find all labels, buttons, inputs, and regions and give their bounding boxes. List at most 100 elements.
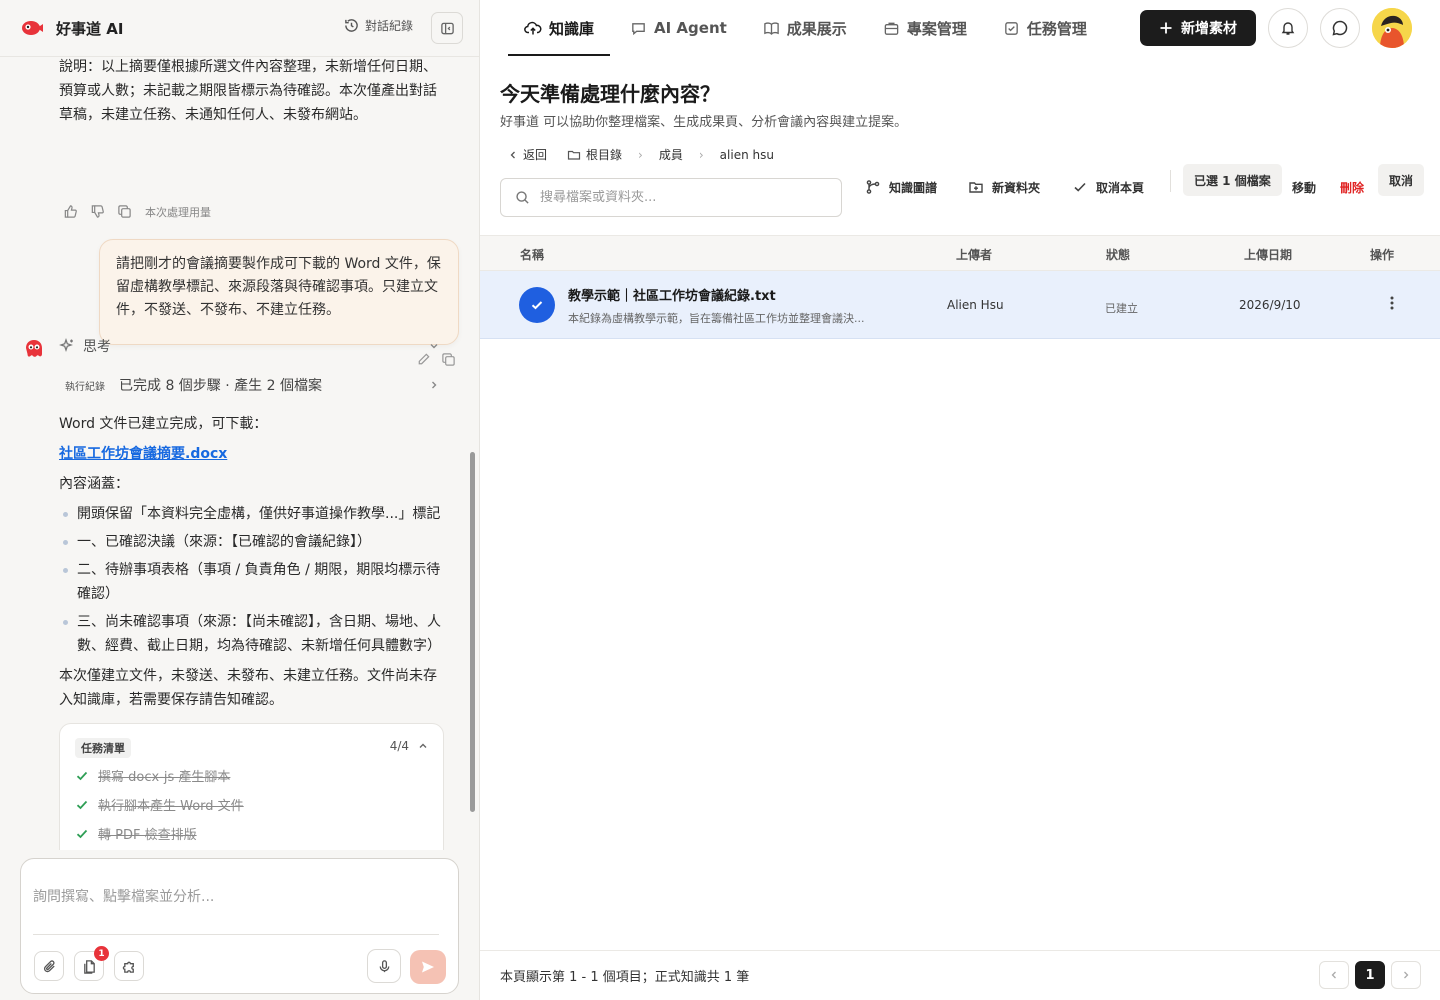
execution-log-summary: 已完成 8 個步驟 · 產生 2 個檔案	[119, 378, 322, 394]
page-title: 今天準備處理什麼內容？	[500, 82, 720, 106]
file-uploader: Alien Hsu	[947, 298, 1004, 312]
send-button[interactable]	[410, 950, 446, 984]
history-icon	[345, 19, 358, 32]
file-count-badge: 1	[94, 946, 109, 961]
check-icon	[1074, 182, 1086, 192]
breadcrumb: 返回 根目錄 › 成員 › alien hsu	[508, 146, 774, 163]
column-name[interactable]: 名稱	[520, 246, 544, 263]
breadcrumb-back[interactable]: 返回	[508, 146, 547, 163]
table-row[interactable]: 教學示範｜社區工作坊會議紀錄.txt 本紀錄為虛構教學示範，旨在籌備社區工作坊並…	[480, 271, 1440, 339]
plugins-button[interactable]	[114, 951, 144, 981]
chat-messages[interactable]: 說明：以上摘要僅根據所選文件內容整理，未新增任何日期、預算或人數；未記載之期限皆…	[0, 57, 479, 850]
check-icon	[76, 800, 88, 809]
cancel-selection-button[interactable]: 取消	[1378, 164, 1425, 196]
sidebar-collapse-icon	[440, 22, 454, 34]
collapse-sidebar-button[interactable]	[431, 12, 463, 44]
more-vertical-icon	[1390, 296, 1394, 310]
chevron-up-icon	[419, 743, 427, 748]
breadcrumb-members[interactable]: 成員	[659, 146, 683, 163]
execution-log-row[interactable]: 執行紀錄 已完成 8 個步驟 · 產生 2 個檔案	[59, 374, 444, 396]
next-page-button[interactable]	[1391, 961, 1421, 989]
new-folder-button[interactable]: 新資料夾	[968, 172, 1040, 202]
tab-tasks[interactable]: 任務管理	[987, 0, 1103, 56]
contents-label: 內容涵蓋：	[59, 476, 129, 492]
user-avatar[interactable]	[1372, 8, 1412, 48]
status-badge: 已建立	[1105, 302, 1138, 315]
task-list-card: 任務清單 4/4 撰寫 docx-js 產生腳本 執行腳本產生 Word 文件 …	[59, 723, 444, 850]
column-upload-date[interactable]: 上傳日期	[1244, 246, 1292, 263]
execution-log-tag: 執行紀錄	[65, 381, 105, 393]
checkbox-icon	[1005, 21, 1018, 35]
knowledge-graph-button[interactable]: 知識圖譜	[865, 172, 937, 202]
search-input[interactable]	[540, 190, 820, 205]
messages-button[interactable]	[1320, 8, 1360, 48]
column-status[interactable]: 狀態	[1106, 246, 1130, 263]
file-description: 本紀錄為虛構教學示範，旨在籌備社區工作坊並整理會議決...	[568, 312, 865, 325]
chevron-right-icon	[1404, 971, 1409, 979]
task-count: 4/4	[389, 739, 409, 753]
notifications-button[interactable]	[1268, 8, 1308, 48]
chat-scrollbar[interactable]	[470, 452, 475, 812]
paperclip-icon	[43, 959, 55, 972]
search-icon	[516, 191, 529, 204]
task-item: 轉 PDF 檢查排版	[75, 824, 197, 843]
book-open-icon	[764, 21, 779, 35]
logo-icon	[22, 21, 43, 35]
chat-header: 好事道 AI 對話紀錄	[0, 0, 479, 57]
plus-icon	[1160, 22, 1172, 34]
main-panel: 知識庫 AI Agent 成果展示 專案管理 任務管理 新增素材 今天準備處理什…	[480, 0, 1440, 1000]
thinking-toggle[interactable]: 思考	[59, 335, 444, 357]
thumbs-down-icon[interactable]	[89, 203, 106, 220]
voice-input-button[interactable]	[367, 949, 401, 983]
tab-projects[interactable]: 專案管理	[867, 0, 983, 56]
list-item: 三、尚未確認事項（來源：【尚未確認】，含日期、場地、人數、經費、截止日期，均為待…	[59, 610, 449, 658]
add-material-button[interactable]: 新增素材	[1140, 10, 1256, 46]
sparkle-icon	[59, 338, 73, 352]
file-name[interactable]: 教學示範｜社區工作坊會議紀錄.txt	[568, 285, 776, 304]
history-button[interactable]: 對話紀錄	[344, 17, 413, 34]
input-divider	[33, 934, 439, 935]
top-navigation: 知識庫 AI Agent 成果展示 專案管理 任務管理	[508, 0, 1107, 56]
row-more-button[interactable]	[1386, 293, 1398, 316]
task-list-tag: 任務清單	[75, 738, 131, 758]
breadcrumb-current: alien hsu	[719, 147, 774, 162]
breadcrumb-separator: ›	[638, 147, 643, 162]
breadcrumb-separator: ›	[698, 147, 704, 162]
chat-input-box: 1	[20, 858, 459, 994]
toolbar-divider	[1170, 170, 1171, 192]
file-search	[500, 178, 842, 217]
download-doc-link[interactable]: 社區工作坊會議摘要.docx	[59, 442, 227, 466]
thumbs-up-icon[interactable]	[62, 203, 79, 220]
app-name: 好事道 AI	[56, 20, 124, 38]
usage-label[interactable]: 本次處理用量	[145, 204, 211, 220]
cloud-upload-icon	[524, 21, 542, 35]
tab-showcase[interactable]: 成果展示	[747, 0, 863, 56]
column-uploader[interactable]: 上傳者	[956, 246, 992, 263]
selected-files-button[interactable]: 1	[74, 946, 109, 981]
briefcase-icon	[884, 22, 899, 35]
page-button[interactable]: 1	[1355, 961, 1385, 989]
prev-page-button[interactable]	[1319, 961, 1349, 989]
user-message: 請把剛才的會議摘要製作成可下載的 Word 文件，保留虛構教學標記、來源段落與待…	[99, 239, 459, 345]
tab-knowledge-base[interactable]: 知識庫	[508, 0, 611, 56]
task-list-toggle[interactable]: 4/4	[390, 739, 429, 753]
table-header: 名稱 上傳者 狀態 上傳日期 操作	[480, 235, 1440, 271]
breadcrumb-root[interactable]: 根目錄	[567, 146, 622, 163]
table-footer: 本頁顯示第 1 - 1 個項目；正式知識共 1 筆 1	[480, 950, 1440, 1000]
attach-button[interactable]	[34, 951, 64, 981]
move-button[interactable]: 移動	[1292, 172, 1316, 202]
delete-button[interactable]: 刪除	[1340, 172, 1364, 202]
tab-ai-agent[interactable]: AI Agent	[614, 0, 743, 56]
chat-panel: 好事道 AI 對話紀錄 說明：以上摘要僅根據所選文件內容整理，未新增任何日期、預…	[0, 0, 480, 1000]
copy-icon[interactable]	[116, 203, 133, 220]
deselect-page-button[interactable]: 取消本頁	[1072, 172, 1144, 202]
chevron-left-icon	[1331, 971, 1336, 979]
chevron-down-icon	[430, 344, 438, 349]
chat-input[interactable]	[33, 877, 443, 917]
chevron-right-icon	[432, 381, 437, 389]
doc-ready-text: Word 文件已建立完成，可下載：	[59, 416, 268, 432]
message-feedback: 本次處理用量	[62, 203, 211, 220]
send-icon	[422, 961, 434, 973]
files-icon	[83, 959, 95, 974]
row-checkbox[interactable]	[519, 287, 555, 323]
